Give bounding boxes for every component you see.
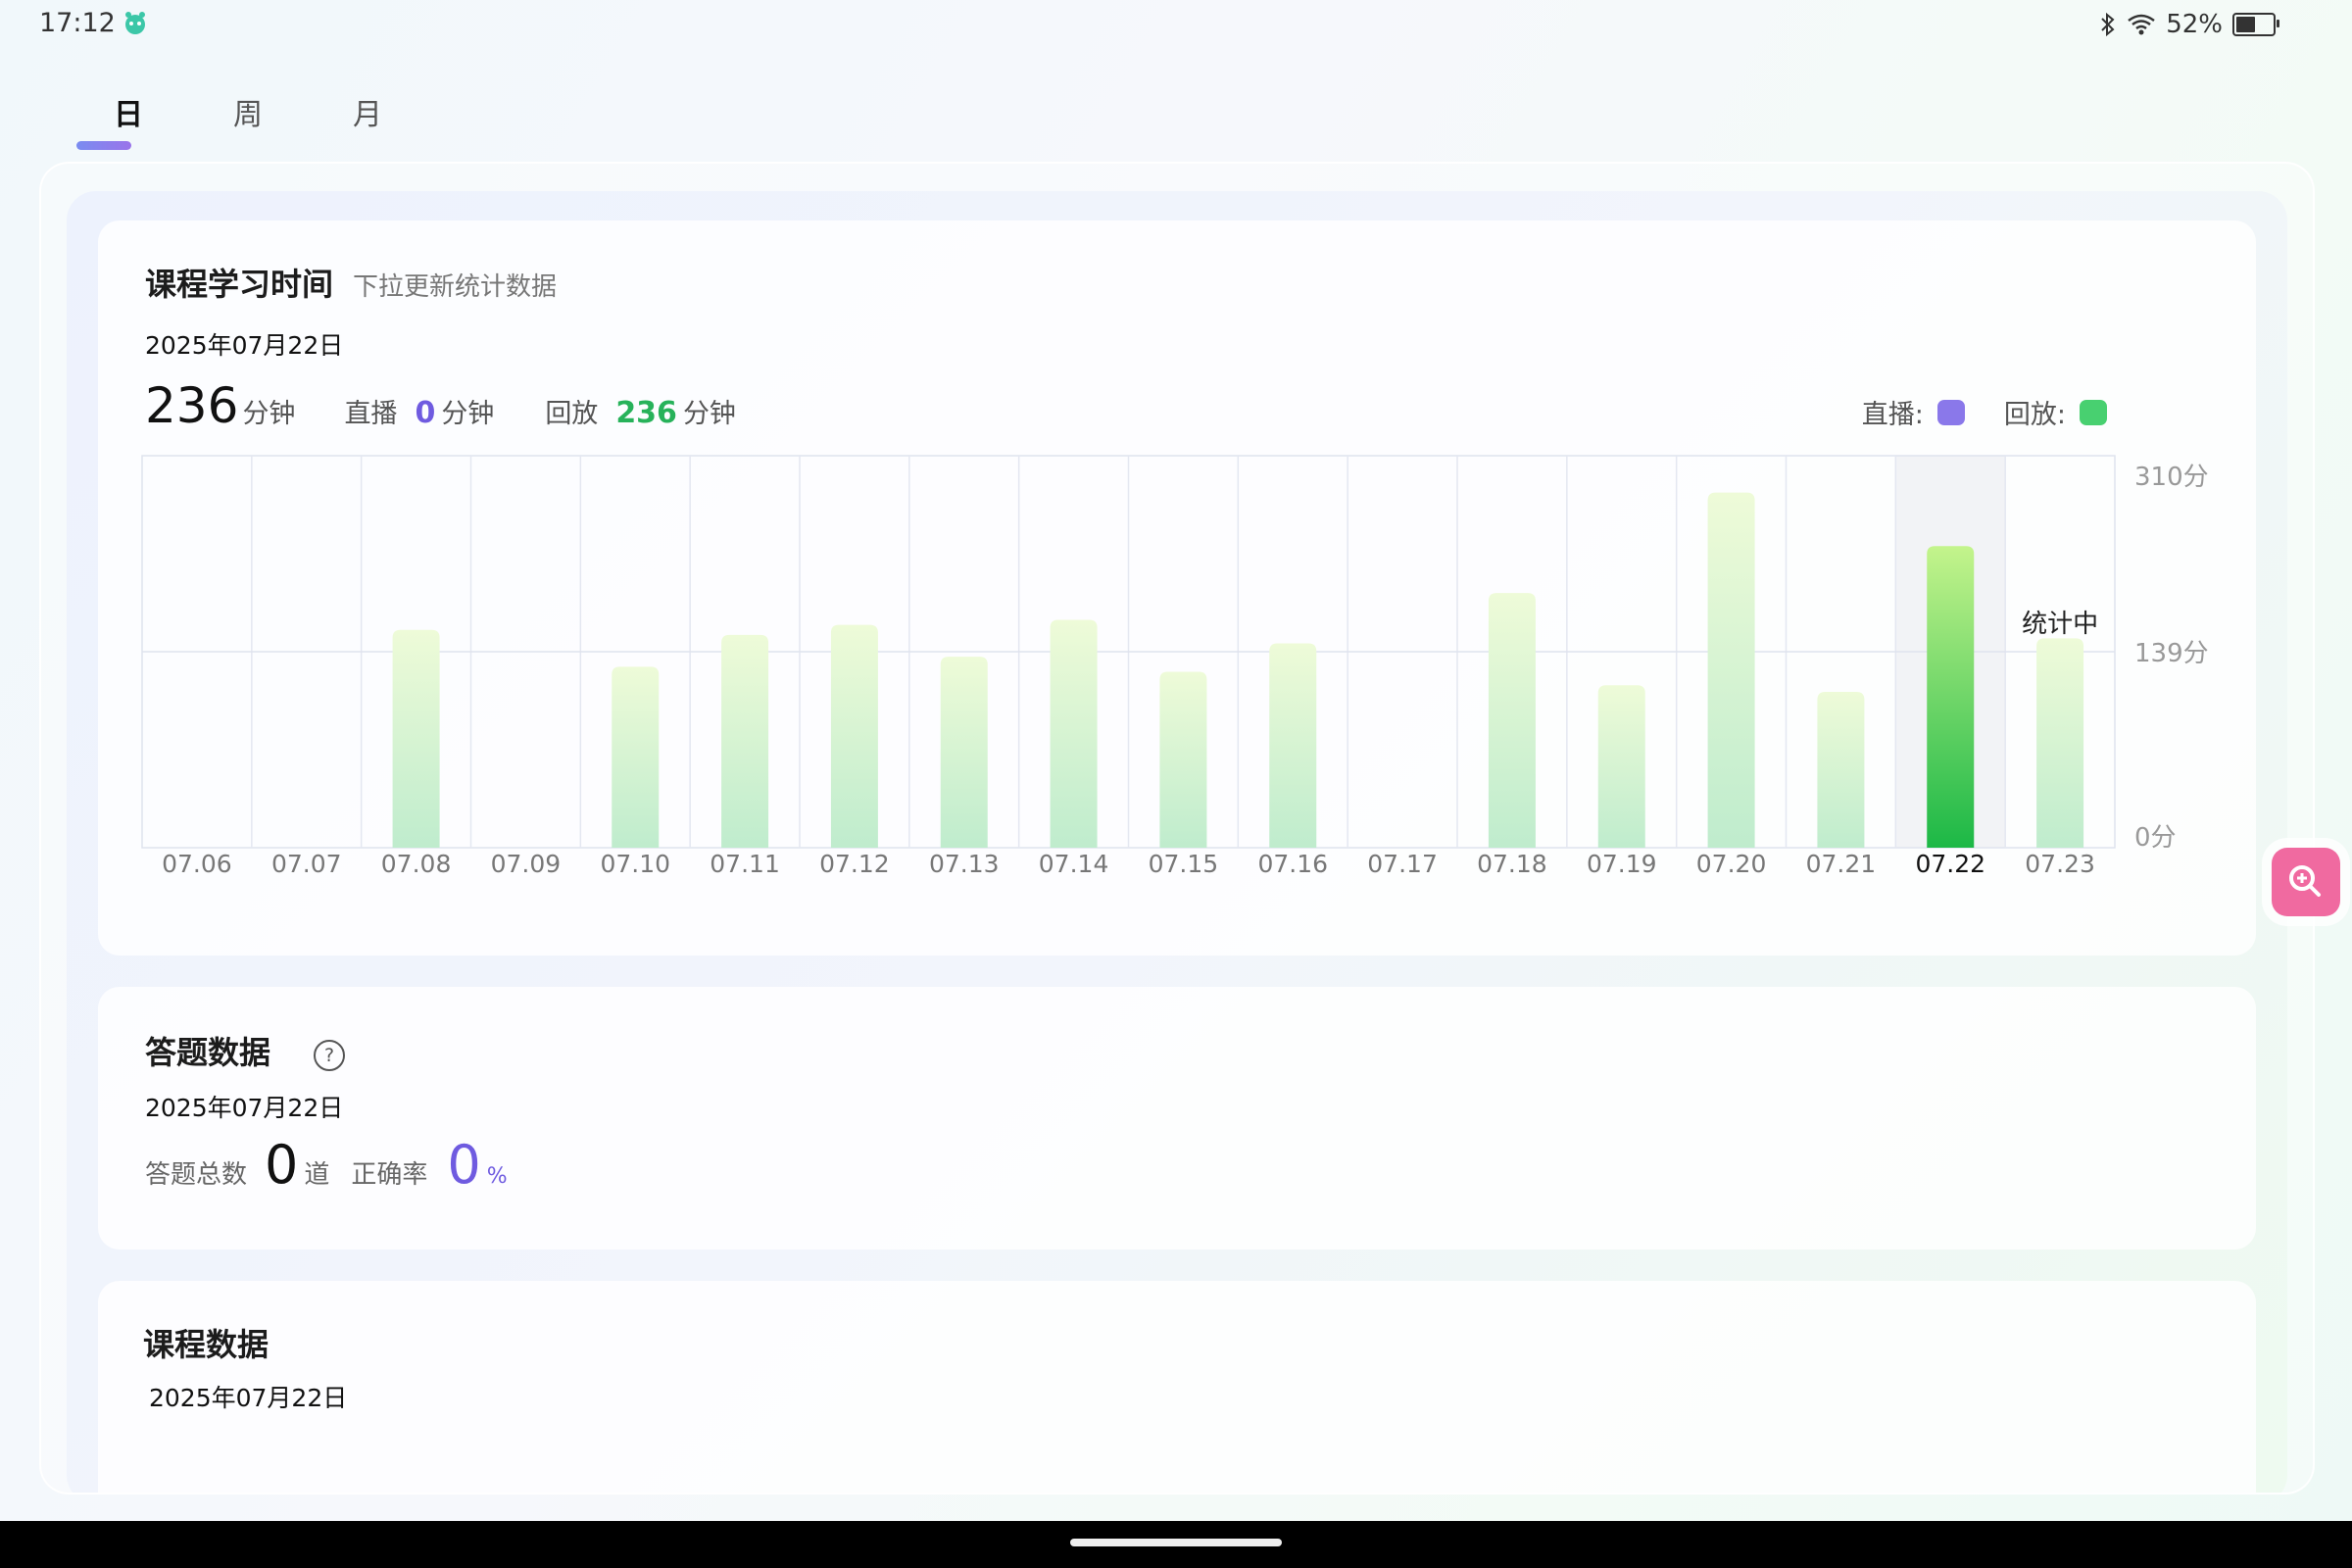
course-data-date: 2025年07月22日 [149, 1384, 348, 1412]
bar-07.10 [612, 666, 660, 848]
accuracy-unit: % [486, 1164, 508, 1189]
bar-07.13 [940, 657, 988, 848]
app-mascot-icon [125, 12, 145, 34]
x-tick-label: 07.07 [271, 850, 342, 878]
bar-07.14 [1050, 619, 1098, 848]
tab-month[interactable]: 月 [308, 90, 427, 159]
study-time-chart: 0分 139分 310分 07.06 07.07 07.08 07.09 07.10 07.11… [141, 455, 2209, 878]
x-tick-label: 07.06 [162, 850, 232, 878]
zoom-button[interactable] [2272, 848, 2340, 916]
answers-title: 答题数据 [145, 1034, 271, 1071]
accuracy-label: 正确率 [351, 1160, 428, 1190]
x-tick-label: 07.12 [819, 850, 890, 878]
wifi-icon [2128, 14, 2155, 35]
y-tick-label: 310分 [2134, 463, 2209, 492]
bar-07.18 [1488, 593, 1536, 848]
chart-annotation: 统计中 [2022, 610, 2098, 639]
tab-week[interactable]: 周 [188, 90, 308, 159]
bar-07.15 [1159, 671, 1207, 848]
home-gesture-handle[interactable] [1070, 1539, 1282, 1546]
status-bar: 17:12 52% [0, 0, 2352, 51]
battery-icon [2232, 13, 2279, 36]
x-tick-label: 07.21 [1806, 850, 1877, 878]
x-tick-label: 07.13 [929, 850, 1000, 878]
accuracy-value: 0 [447, 1134, 481, 1196]
bar-07.12 [830, 624, 878, 848]
bar-07.22 [1927, 546, 1975, 848]
x-tick-label: 07.11 [710, 850, 780, 878]
answers-date: 2025年07月22日 [145, 1094, 344, 1122]
y-tick-label: 0分 [2134, 823, 2177, 853]
bar-07.20 [1707, 492, 1755, 848]
x-tick-label: 07.10 [600, 850, 670, 878]
bluetooth-icon [2101, 12, 2115, 37]
bar-07.19 [1597, 685, 1645, 848]
period-tabs: 日 周 月 [69, 90, 427, 159]
answers-total-unit: 道 [304, 1160, 330, 1190]
status-time: 17:12 [39, 8, 116, 38]
answers-total-label: 答题总数 [145, 1160, 248, 1190]
help-icon[interactable]: ? [314, 1040, 345, 1071]
x-tick-label: 07.20 [1696, 850, 1767, 878]
x-tick-label: 07.17 [1367, 850, 1438, 878]
x-tick-label: 07.22 [1915, 850, 1985, 878]
content-frame: 课程学习时间 下拉更新统计数据 2025年07月22日 236 分钟 直播 0 分… [39, 162, 2315, 1494]
x-tick-label: 07.15 [1149, 850, 1219, 878]
course-time-card: 课程学习时间 下拉更新统计数据 2025年07月22日 236 分钟 直播 0 分… [98, 220, 2256, 956]
x-tick-label: 07.08 [381, 850, 452, 878]
answers-stats: 答题总数 0 道 正确率 0 % [145, 1134, 508, 1196]
x-tick-label: 07.19 [1587, 850, 1657, 878]
x-tick-label: 07.16 [1257, 850, 1328, 878]
x-tick-label: 07.23 [2025, 850, 2095, 878]
answers-card: 答题数据 ? 2025年07月22日 答题总数 0 道 正确率 0 % [98, 987, 2256, 1250]
status-icons: 52% [2099, 6, 2279, 43]
bar-07.11 [721, 634, 769, 848]
answers-total-value: 0 [265, 1134, 299, 1196]
bar-07.08 [392, 629, 440, 848]
content-scroll[interactable]: 课程学习时间 下拉更新统计数据 2025年07月22日 236 分钟 直播 0 分… [67, 191, 2287, 1493]
x-tick-label: 07.14 [1039, 850, 1109, 878]
y-tick-label: 139分 [2134, 639, 2209, 668]
tab-active-indicator [76, 141, 131, 150]
x-tick-label: 07.18 [1477, 850, 1547, 878]
tab-day[interactable]: 日 [69, 90, 188, 159]
battery-percent: 52% [2166, 10, 2223, 39]
x-tick-label: 07.09 [491, 850, 562, 878]
course-data-title: 课程数据 [143, 1326, 270, 1363]
bar-07.16 [1269, 643, 1317, 848]
zoom-in-icon [2289, 865, 2321, 897]
system-nav-bar [0, 1521, 2352, 1568]
course-data-card: 课程数据 2025年07月22日 [98, 1281, 2256, 1493]
bar-07.21 [1817, 692, 1865, 848]
bar-07.23 [2036, 638, 2084, 848]
